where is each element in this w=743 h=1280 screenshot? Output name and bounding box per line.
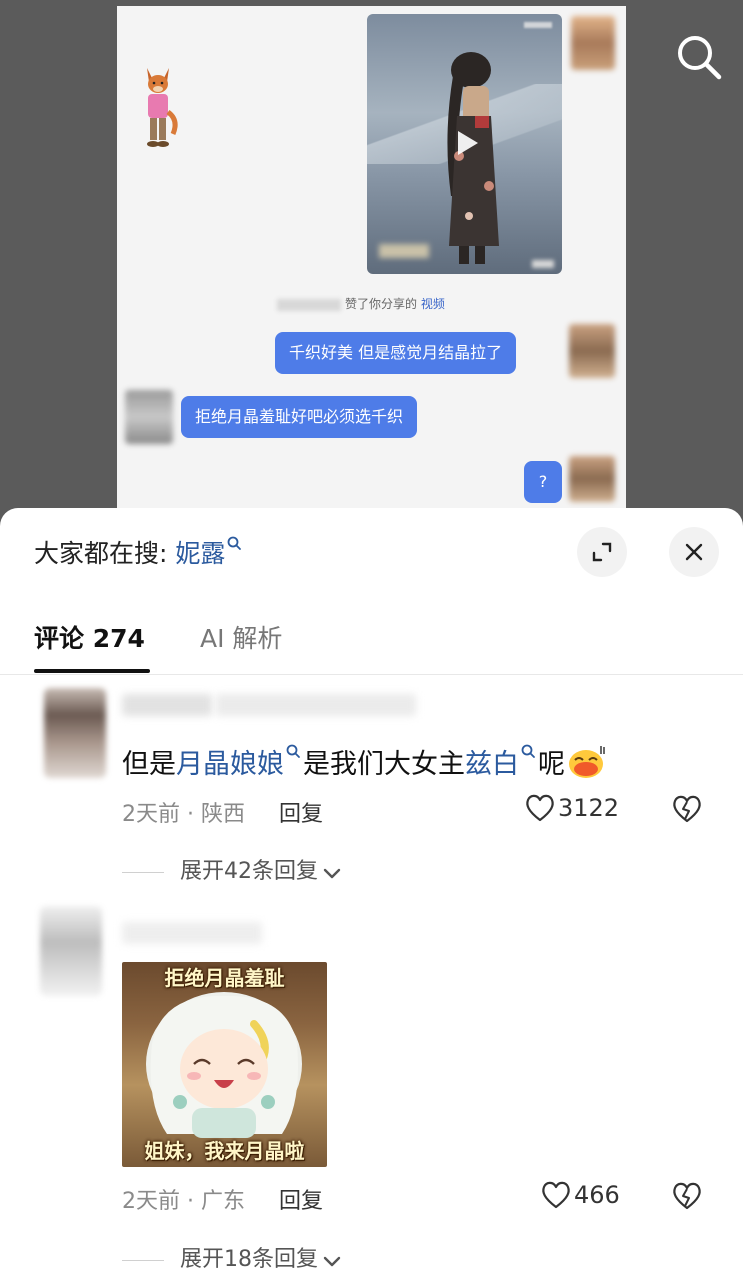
sticker-caption-top: 拒绝月晶羞耻 <box>164 966 285 990</box>
divider-dash <box>122 871 164 873</box>
expand-button[interactable] <box>577 527 627 577</box>
liked-video-notice: 赞了你分享的 视频 <box>277 295 445 312</box>
commenter-avatar[interactable] <box>44 688 106 778</box>
divider <box>0 674 743 675</box>
expand-replies-button[interactable]: 展开18条回复 <box>122 1241 342 1273</box>
heart-icon <box>542 1181 570 1209</box>
like-count: 3122 <box>558 794 620 822</box>
comment-time: 2天前 <box>122 802 180 827</box>
comment-keyword-link[interactable]: 月晶娘娘 <box>176 749 284 780</box>
user-avatar[interactable] <box>569 324 615 378</box>
reply-button[interactable]: 回复 <box>279 802 323 827</box>
blurred-username <box>277 298 341 311</box>
commenter-name[interactable] <box>122 694 212 716</box>
expand-replies-button[interactable]: 展开42条回复 <box>122 853 342 885</box>
friend-avatar[interactable] <box>125 390 173 444</box>
expand-icon <box>592 542 612 562</box>
chevron-down-icon <box>323 868 341 879</box>
chat-bubble-sent[interactable]: 千织好美 但是感觉月结晶拉了 <box>275 332 517 374</box>
comment-text-segment: 但是 <box>122 749 176 780</box>
like-button[interactable]: 466 <box>540 1180 620 1210</box>
play-icon[interactable] <box>449 126 483 160</box>
active-tab-indicator <box>34 669 150 673</box>
broken-heart-icon[interactable] <box>670 1181 704 1211</box>
shared-video-card[interactable] <box>367 14 562 274</box>
chat-bubble-received[interactable]: 拒绝月晶羞耻好吧必须选千织 <box>181 396 418 438</box>
comment-meta: 2天前 · 陕西 回复 <box>122 802 324 827</box>
hot-search-bar[interactable]: 大家都在搜: 妮露 <box>34 534 244 570</box>
comment-location: 广东 <box>200 1189 245 1214</box>
top-preview-area: 赞了你分享的 视频 千织好美 但是感觉月结晶拉了 拒绝月晶羞耻好吧必须选千织 ? <box>0 0 743 530</box>
video-progress-blur <box>532 260 554 268</box>
expand-replies-label: 展开42条回复 <box>180 859 318 884</box>
search-icon <box>521 744 535 758</box>
like-count: 466 <box>574 1181 620 1209</box>
commenter-name-extra <box>216 694 416 716</box>
hot-search-term[interactable]: 妮露 <box>175 539 225 568</box>
comment-text-segment: 呢 <box>538 749 565 780</box>
comment-sticker-image[interactable]: 拒绝月晶羞耻 姐妹，我来月晶啦 <box>122 962 327 1167</box>
hot-search-prefix: 大家都在搜: <box>34 539 168 568</box>
close-button[interactable] <box>669 527 719 577</box>
comment-keyword-link[interactable]: 兹白 <box>465 749 519 780</box>
expand-replies-label: 展开18条回复 <box>180 1247 318 1272</box>
close-icon <box>685 543 703 561</box>
user-avatar[interactable] <box>569 456 615 502</box>
tab-comments[interactable]: 评论 274 <box>34 619 145 655</box>
video-watermark <box>524 22 552 28</box>
chevron-down-icon <box>323 1256 341 1267</box>
reply-button[interactable]: 回复 <box>279 1189 323 1214</box>
heart-icon <box>526 794 554 822</box>
comment-meta: 2天前 · 广东 回复 <box>122 1189 324 1214</box>
fox-sticker-icon <box>147 68 178 147</box>
like-button[interactable]: 3122 <box>524 793 619 823</box>
sticker-caption-bottom: 姐妹，我来月晶啦 <box>144 1139 305 1163</box>
search-icon[interactable] <box>675 33 723 81</box>
comment-location: 陕西 <box>200 802 245 827</box>
commenter-name[interactable] <box>122 922 262 944</box>
comment-text: 但是月晶娘娘 是我们大女主兹白呢 <box>122 742 607 781</box>
divider-dash <box>122 1259 164 1261</box>
shy-emoji-icon <box>569 746 605 778</box>
comment-time: 2天前 <box>122 1189 180 1214</box>
comments-sheet: 大家都在搜: 妮露 评论 274 AI 解析 但是月晶娘娘 是我们大女主兹白呢 2… <box>0 508 743 1280</box>
user-avatar[interactable] <box>571 16 615 70</box>
commenter-avatar[interactable] <box>40 906 102 996</box>
notice-text: 赞了你分享的 <box>345 297 418 311</box>
video-link[interactable]: 视频 <box>421 297 445 311</box>
broken-heart-icon[interactable] <box>670 794 704 824</box>
video-caption-blur <box>379 244 429 258</box>
chat-bubble-sent[interactable]: ? <box>524 461 562 503</box>
search-icon <box>228 536 242 550</box>
chat-screenshot: 赞了你分享的 视频 千织好美 但是感觉月结晶拉了 拒绝月晶羞耻好吧必须选千织 ? <box>117 6 626 530</box>
search-icon <box>286 744 300 758</box>
anime-girl-sticker-art <box>146 992 302 1138</box>
comment-text-segment: 是我们大女主 <box>303 749 465 780</box>
tab-ai-analysis[interactable]: AI 解析 <box>200 619 282 655</box>
